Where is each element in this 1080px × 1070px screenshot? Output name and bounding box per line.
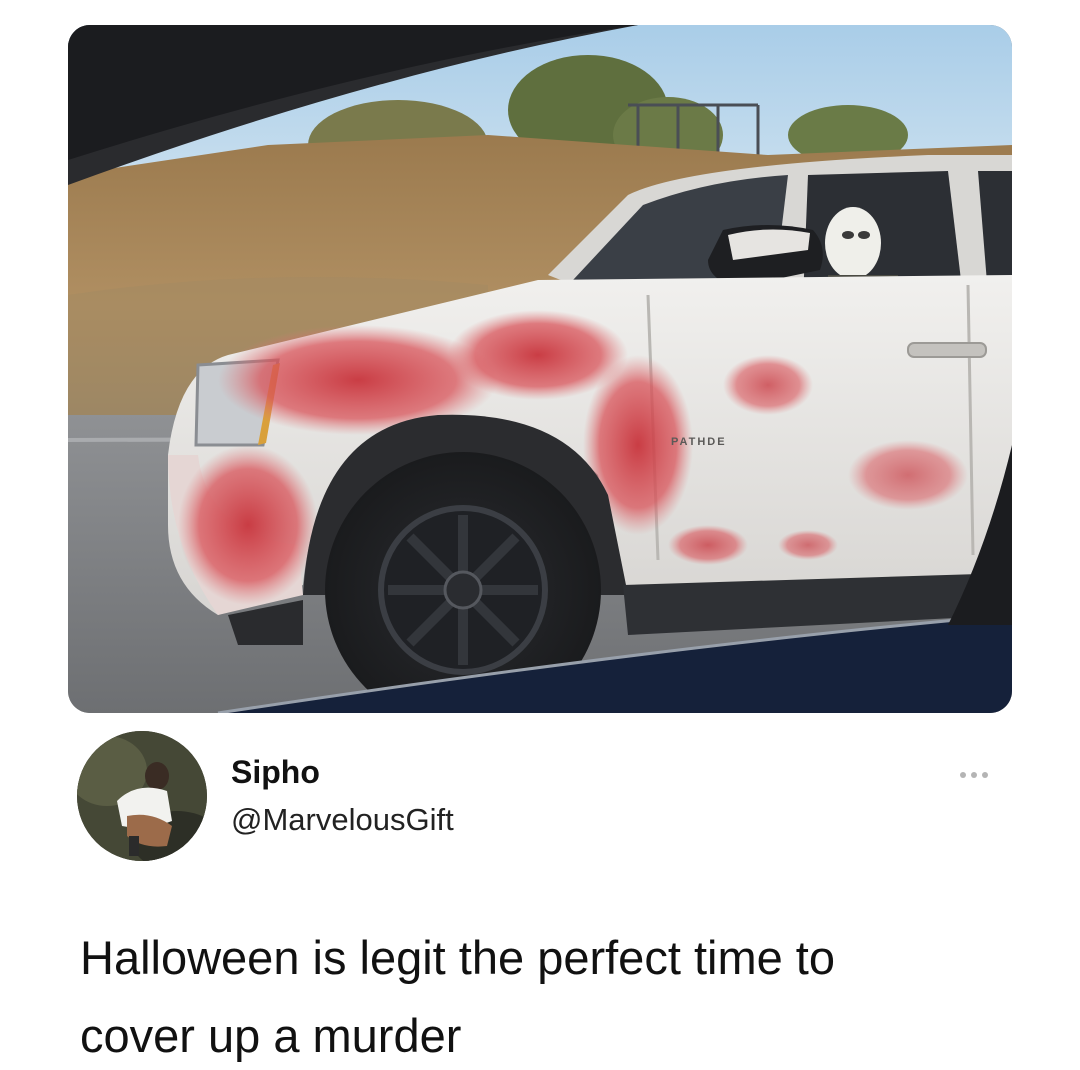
photo-image: PATHDE	[68, 25, 1012, 713]
avatar[interactable]	[77, 731, 207, 861]
ellipsis-dot	[971, 772, 977, 778]
user-handle[interactable]: @MarvelousGift	[231, 800, 454, 840]
ellipsis-dot	[960, 772, 966, 778]
tweet-photo[interactable]: PATHDE	[68, 25, 1012, 713]
avatar-photo-icon	[77, 731, 207, 861]
mask-figure	[825, 207, 881, 279]
ellipsis-icon[interactable]	[950, 760, 998, 790]
display-name[interactable]: Sipho	[231, 752, 320, 792]
door-badge: PATHDE	[671, 436, 727, 448]
ellipsis-dot	[982, 772, 988, 778]
tweet-text: Halloween is legit the perfect time to c…	[80, 931, 835, 1062]
